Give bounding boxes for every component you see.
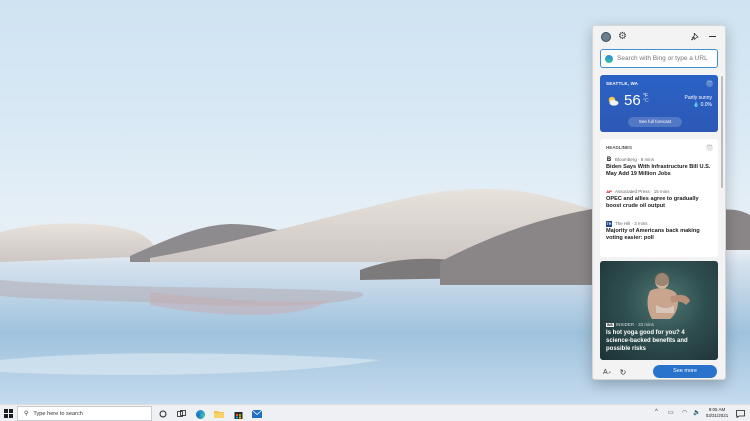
minimize-icon[interactable] <box>707 31 718 42</box>
taskbar-search-text: Type here to search <box>33 410 83 417</box>
edge-browser-icon[interactable] <box>195 409 205 419</box>
panel-footer: A ↗ ↻ See more <box>593 362 725 379</box>
headlines-card: HEADLINES ··· B Bloomberg · 8 mins Biden… <box>600 139 718 257</box>
story-headline[interactable]: Majority of Americans back making voting… <box>606 228 714 243</box>
show-hidden-icons-icon[interactable]: ^ <box>655 409 658 415</box>
network-icon[interactable]: ◠ <box>682 409 687 416</box>
story-source-text: The Hill · 3 mins <box>615 221 648 226</box>
taskbar-search-box[interactable]: ⚲ Type here to search <box>17 406 152 421</box>
image-story-headline[interactable]: Is hot yoga good for you? 4 science-back… <box>606 330 710 353</box>
notifications-icon[interactable] <box>735 409 745 419</box>
story-source: TH The Hill · 3 mins <box>606 220 714 227</box>
story-headline[interactable]: Biden Says With Infrastructure Bill U.S.… <box>606 164 714 179</box>
see-more-button[interactable]: See more <box>653 365 717 378</box>
refresh-icon[interactable]: ↻ <box>618 367 628 377</box>
search-input[interactable] <box>617 55 717 62</box>
pin-icon[interactable] <box>689 31 700 42</box>
weather-more-options-button[interactable]: ··· <box>706 80 713 87</box>
headlines-more-options-button[interactable]: ··· <box>706 144 713 151</box>
headlines-title: HEADLINES <box>606 145 633 150</box>
raindrop-icon: 💧 <box>692 102 700 108</box>
featured-image-story-card[interactable]: INS INSIDER · 33 mins Is hot yoga good f… <box>600 261 718 360</box>
weather-condition: Partly sunny <box>684 95 712 101</box>
headline-story[interactable]: AP Associated Press · 15 mins OPEC and a… <box>606 188 714 211</box>
bloomberg-logo-icon: B <box>606 156 612 163</box>
volume-icon[interactable]: 🔈 <box>693 409 700 416</box>
battery-icon[interactable]: ▭ <box>668 409 674 416</box>
clock-date: 03/31/2021 <box>705 413 729 419</box>
weather-temperature: 56 <box>624 92 641 109</box>
panel-scrollbar[interactable] <box>721 76 723 188</box>
story-source: B Bloomberg · 8 mins <box>606 156 714 163</box>
weather-card[interactable]: SEATTLE, WA ··· 56 °F °C Partly sunny 💧 … <box>600 75 718 132</box>
unit-celsius[interactable]: °C <box>643 98 649 104</box>
story-source-text: Associated Press · 15 mins <box>615 189 670 194</box>
headline-story[interactable]: B Bloomberg · 8 mins Biden Says With Inf… <box>606 156 714 179</box>
cortana-icon[interactable] <box>158 409 168 419</box>
weather-precipitation: 💧 0.0% <box>693 102 712 108</box>
clock[interactable]: 9:05 AM 03/31/2021 <box>702 407 732 419</box>
taskbar: ⚲ Type here to search ^ ▭ ◠ 🔈 9:05 AM 03… <box>0 404 750 421</box>
windows-start-icon[interactable] <box>4 409 13 418</box>
partly-sunny-icon <box>608 96 619 106</box>
precipitation-value: 0.0% <box>700 102 712 108</box>
associated-press-logo-icon: AP <box>606 189 612 194</box>
panel-header: ⚙ <box>593 26 725 48</box>
edge-icon <box>605 54 613 63</box>
microsoft-store-icon[interactable] <box>233 409 243 419</box>
story-source: AP Associated Press · 15 mins <box>606 188 714 195</box>
profile-avatar-icon[interactable] <box>601 32 611 42</box>
weather-location: SEATTLE, WA <box>606 81 639 86</box>
task-view-icon[interactable] <box>176 409 186 419</box>
search-icon: ⚲ <box>24 411 29 417</box>
see-full-forecast-button[interactable]: See full forecast <box>628 117 682 127</box>
bing-search-box[interactable] <box>600 49 718 68</box>
text-size-icon[interactable]: A ↗ <box>602 367 612 377</box>
file-explorer-icon[interactable] <box>214 409 224 419</box>
insider-logo-icon: INS <box>606 322 614 327</box>
image-story-source-text: INSIDER · 33 mins <box>615 322 654 327</box>
news-interests-panel: ⚙ SEATTLE, WA ··· 56 °F °C Partly sunny … <box>592 25 726 380</box>
the-hill-logo-icon: TH <box>606 220 612 227</box>
headline-story[interactable]: TH The Hill · 3 mins Majority of America… <box>606 220 714 243</box>
story-headline[interactable]: OPEC and allies agree to gradually boost… <box>606 196 714 211</box>
gear-icon[interactable]: ⚙ <box>617 31 628 42</box>
image-story-source: INS INSIDER · 33 mins <box>606 322 654 327</box>
yoga-photo <box>647 272 690 319</box>
mail-icon[interactable] <box>252 409 262 419</box>
temperature-units[interactable]: °F °C <box>643 94 649 104</box>
story-source-text: Bloomberg · 8 mins <box>615 157 655 162</box>
